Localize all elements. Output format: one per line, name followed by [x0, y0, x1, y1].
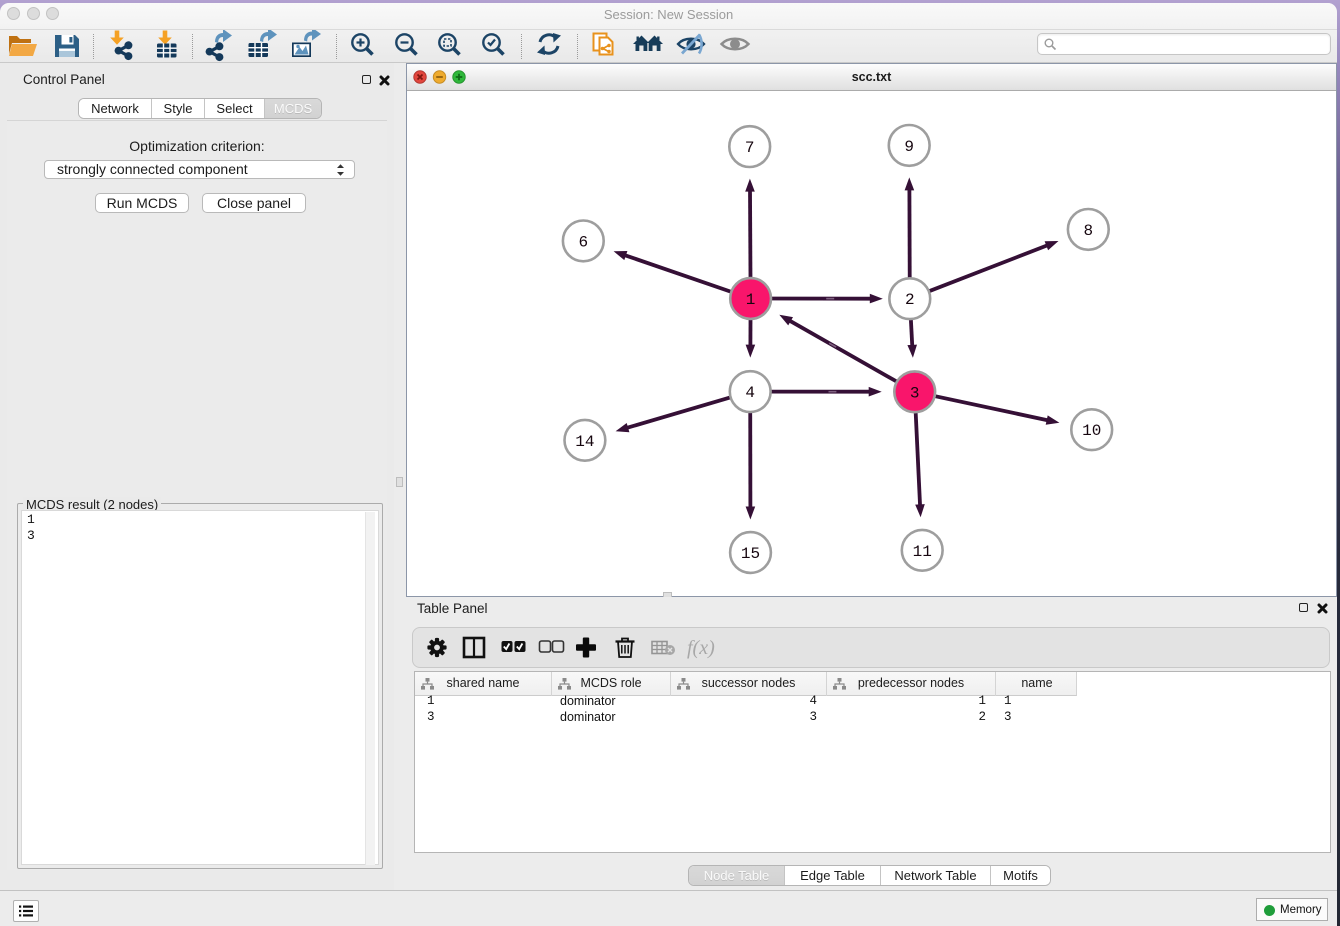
svg-text:f(x): f(x)	[687, 637, 715, 659]
svg-text:3: 3	[910, 384, 920, 402]
svg-text:14: 14	[575, 433, 594, 451]
svg-text:1: 1	[746, 291, 756, 309]
svg-text:10: 10	[1082, 422, 1101, 440]
svg-text:11: 11	[913, 543, 932, 561]
svg-text:7: 7	[745, 139, 755, 157]
svg-text:8: 8	[1083, 222, 1093, 240]
svg-text:4: 4	[745, 384, 755, 402]
svg-text:2: 2	[905, 291, 915, 309]
svg-text:6: 6	[578, 233, 588, 251]
svg-text:9: 9	[904, 138, 914, 156]
svg-text:15: 15	[741, 545, 760, 563]
